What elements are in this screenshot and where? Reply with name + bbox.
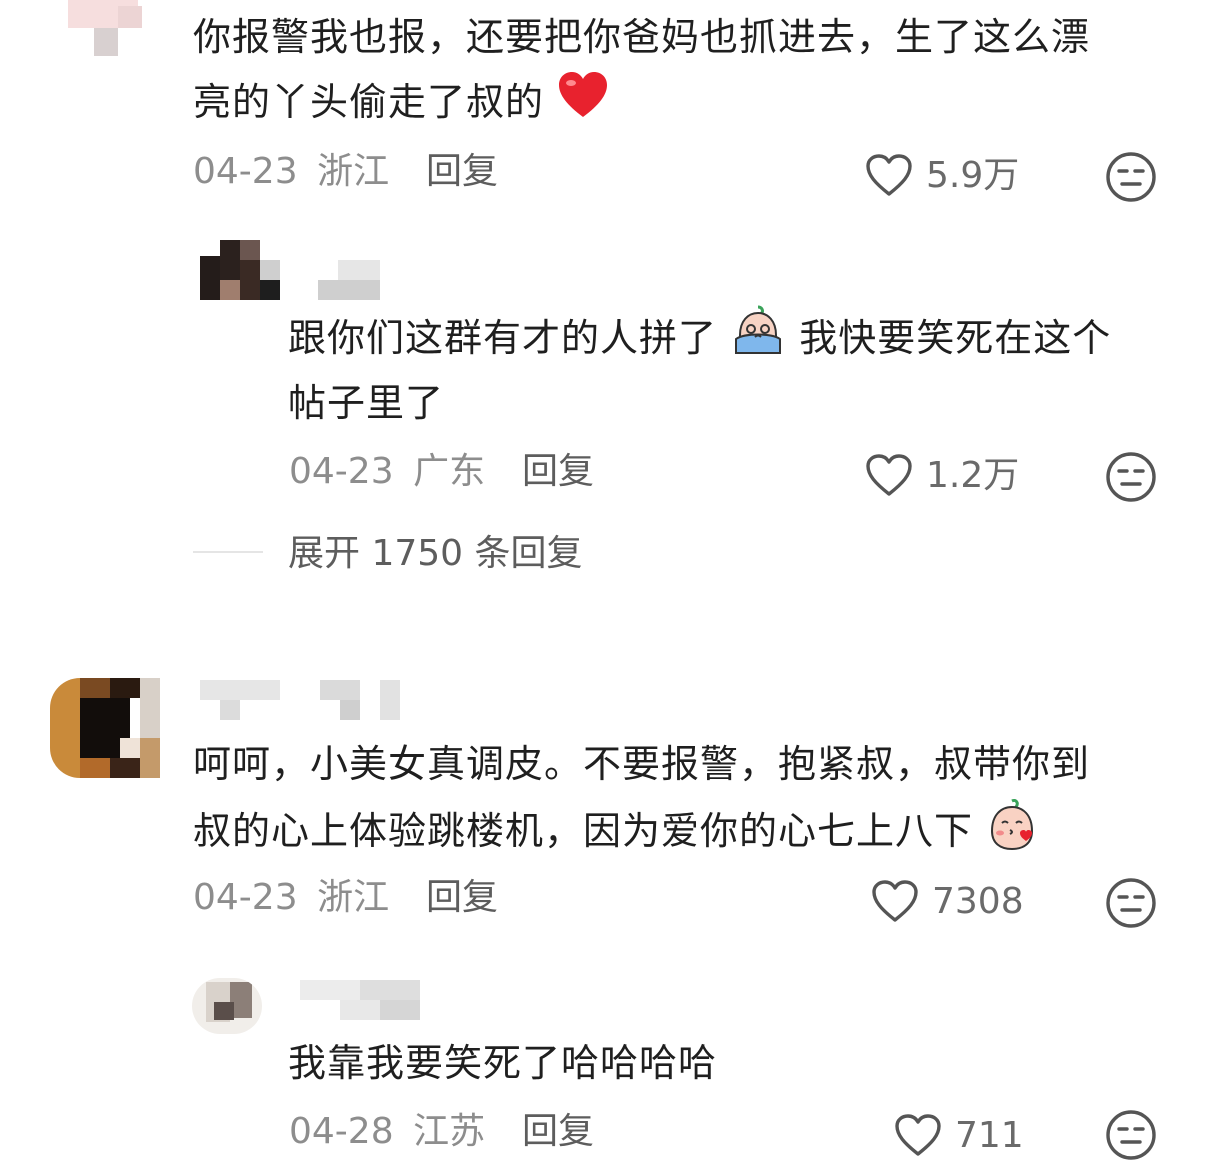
comment-text-line: 帖子里了	[288, 371, 444, 435]
avatar[interactable]	[200, 240, 280, 302]
meh-face-icon[interactable]	[1104, 150, 1158, 204]
meh-face-icon[interactable]	[1104, 876, 1158, 930]
like-count: 7308	[932, 881, 1024, 922]
comment-text-line: 我靠我要笑死了哈哈哈哈	[288, 1031, 717, 1095]
username-blurred[interactable]	[200, 680, 402, 720]
comment-text: 我快要笑死在这个	[799, 316, 1112, 360]
comment-text: 你报警我也报，还要把你爸妈也抓进去，生了这么漂	[193, 15, 1091, 59]
comment-meta: 04-23 浙江	[193, 876, 389, 920]
comment-location: 广东	[413, 451, 486, 492]
comment-location: 浙江	[317, 151, 390, 192]
like-icon[interactable]	[893, 1112, 943, 1158]
like-count: 1.2万	[926, 455, 1020, 496]
comment-date: 04-23	[193, 877, 298, 918]
comment-text-line: 叔的心上体验跳楼机，因为爱你的心七上八下	[193, 797, 1038, 870]
kiss-face-emoji	[986, 797, 1038, 870]
like-icon[interactable]	[864, 452, 914, 498]
comment-text: 叔的心上体验跳楼机，因为爱你的心七上八下	[193, 809, 974, 853]
comment-text-line: 你报警我也报，还要把你爸妈也抓进去，生了这么漂	[193, 5, 1090, 69]
avatar[interactable]	[60, 0, 160, 60]
username-blurred[interactable]	[300, 980, 422, 1020]
comment-meta: 04-23 浙江	[193, 150, 389, 194]
comment-date: 04-23	[289, 451, 394, 492]
comment-date: 04-23	[193, 151, 298, 192]
like-count: 711	[955, 1115, 1024, 1156]
avatar[interactable]	[192, 978, 262, 1034]
comment-text-line: 亮的丫头偷走了叔的	[193, 70, 609, 138]
comment-location: 浙江	[317, 877, 390, 918]
reply-button[interactable]: 回复	[426, 876, 498, 920]
like-icon[interactable]	[870, 878, 920, 924]
username-blurred[interactable]	[318, 260, 380, 300]
comment-text: 我靠我要笑死了哈哈哈哈	[288, 1041, 718, 1085]
heart-emoji	[557, 71, 609, 138]
comment-location: 江苏	[413, 1111, 486, 1152]
avatar[interactable]	[50, 678, 160, 780]
reply-button[interactable]: 回复	[522, 1110, 594, 1154]
reply-button[interactable]: 回复	[426, 150, 498, 194]
reply-button[interactable]: 回复	[522, 450, 594, 494]
comment-text: 呵呵，小美女真调皮。不要报警，抱紧叔，叔带你到	[193, 742, 1091, 786]
meh-face-icon[interactable]	[1104, 450, 1158, 504]
like-count: 5.9万	[926, 155, 1020, 196]
comment-date: 04-28	[289, 1111, 394, 1152]
comment-text: 帖子里了	[288, 381, 445, 425]
comment-text-line: 呵呵，小美女真调皮。不要报警，抱紧叔，叔带你到	[193, 732, 1090, 796]
comment-meta: 04-23 广东	[289, 450, 485, 494]
comment-text: 跟你们这群有才的人拼了	[288, 316, 718, 360]
crying-face-emoji	[732, 305, 784, 376]
comment-meta: 04-28 江苏	[289, 1110, 485, 1154]
meh-face-icon[interactable]	[1104, 1108, 1158, 1162]
expand-replies-button[interactable]: 展开 1750 条回复	[288, 532, 583, 576]
comment-text-line: 跟你们这群有才的人拼了 我快要笑死在这个	[288, 305, 1111, 376]
like-icon[interactable]	[864, 152, 914, 198]
comment-text: 亮的丫头偷走了叔的	[193, 80, 545, 124]
expand-divider	[193, 551, 263, 553]
